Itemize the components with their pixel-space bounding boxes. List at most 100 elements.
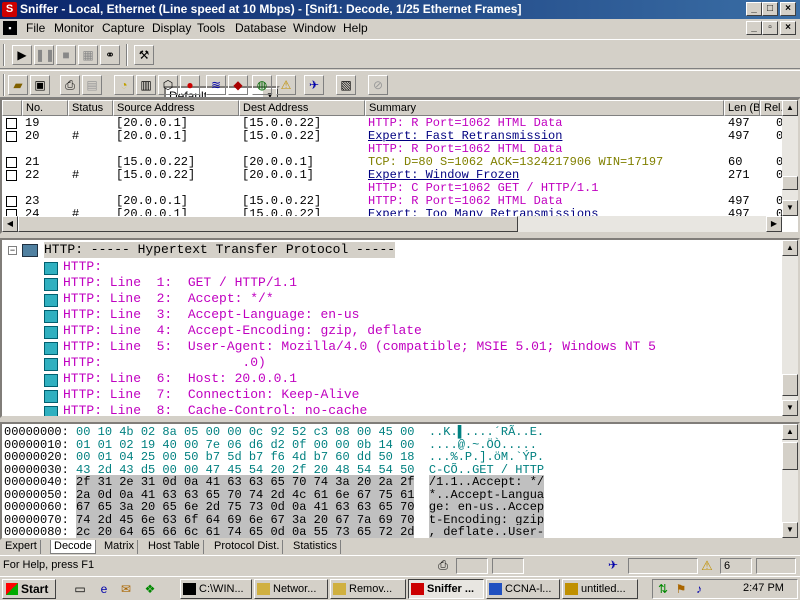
col-header-check[interactable] bbox=[2, 100, 22, 116]
matrix-icon[interactable]: ⬡ bbox=[158, 75, 178, 95]
packet-generator-icon[interactable]: ✈ bbox=[304, 75, 324, 95]
menu-display[interactable]: Display bbox=[152, 21, 191, 35]
clock[interactable]: 2:47 PM bbox=[743, 582, 784, 594]
pause-capture-icon[interactable]: ❚❚ bbox=[34, 45, 55, 65]
scrollbar-thumb[interactable] bbox=[782, 442, 798, 470]
show-desktop-icon[interactable]: ▭ bbox=[72, 581, 88, 597]
decode-line[interactable]: HTTP: Line 5: User-Agent: Mozilla/4.0 (c… bbox=[63, 339, 656, 355]
menu-window[interactable]: Window bbox=[293, 21, 336, 35]
print-icon[interactable]: ⎙ bbox=[60, 75, 80, 95]
menu-capture[interactable]: Capture bbox=[102, 21, 145, 35]
menu-file[interactable]: File bbox=[26, 21, 45, 35]
outlook-icon[interactable]: ✉ bbox=[118, 581, 134, 597]
sniffer-app-icon[interactable]: S bbox=[2, 2, 17, 17]
summary-vertical-scrollbar[interactable]: ▲ ▼ bbox=[782, 100, 798, 216]
task-button-remove[interactable]: Remov... bbox=[330, 579, 406, 599]
col-header-source[interactable]: Source Address bbox=[113, 100, 239, 116]
close-icon[interactable]: × bbox=[780, 2, 796, 16]
row-checkbox[interactable] bbox=[6, 157, 17, 168]
dashboard-icon[interactable]: ◔ bbox=[114, 75, 134, 95]
binoculars-icon[interactable]: ⚭ bbox=[100, 45, 120, 65]
scroll-down-icon[interactable]: ▼ bbox=[782, 200, 798, 216]
decode-line[interactable]: HTTP: Line 1: GET / HTTP/1.1 bbox=[63, 275, 297, 291]
row-checkbox[interactable] bbox=[6, 118, 17, 129]
tab-decode[interactable]: Decode bbox=[50, 540, 96, 554]
scroll-down-icon[interactable]: ▼ bbox=[782, 400, 798, 416]
decode-line[interactable]: HTTP: Line 2: Accept: */* bbox=[63, 291, 274, 307]
decode-line[interactable]: HTTP: bbox=[63, 259, 102, 275]
expert-summary-link[interactable]: Expert: Window Frozen bbox=[368, 169, 724, 182]
summary-horizontal-scrollbar[interactable]: ◀ ▶ bbox=[2, 216, 782, 232]
task-button-cmd[interactable]: C:\WIN... bbox=[180, 579, 252, 599]
menu-database[interactable]: Database bbox=[235, 21, 286, 35]
quick-launch-app-icon[interactable]: ❖ bbox=[142, 581, 158, 597]
task-button-ccna[interactable]: CCNA-l... bbox=[486, 579, 560, 599]
tab-host-table[interactable]: Host Table bbox=[145, 540, 204, 554]
start-capture-icon[interactable]: ▶ bbox=[12, 45, 32, 65]
tray-app-icon[interactable]: ⚑ bbox=[673, 581, 689, 597]
decode-line[interactable]: HTTP: Line 4: Accept-Encoding: gzip, def… bbox=[63, 323, 422, 339]
col-header-summary[interactable]: Summary bbox=[365, 100, 724, 116]
hex-row[interactable]: 00000080: 2c 20 64 65 66 6c 61 74 65 0d … bbox=[4, 525, 545, 538]
hex-row[interactable]: 00000040: 2f 31 2e 31 0d 0a 41 63 63 65 … bbox=[4, 475, 545, 489]
task-button-sniffer[interactable]: Sniffer ... bbox=[408, 579, 484, 599]
decode-line[interactable]: HTTP: .0) bbox=[63, 355, 266, 371]
expert-summary-link[interactable]: Expert: Fast Retransmission bbox=[368, 130, 724, 143]
row-checkbox[interactable] bbox=[6, 170, 17, 181]
decode-line[interactable]: HTTP: Line 8: Cache-Control: no-cache bbox=[63, 403, 367, 416]
open-folder-icon[interactable]: ▰ bbox=[8, 75, 28, 95]
start-button[interactable]: Start bbox=[2, 579, 56, 599]
alarm-log-icon[interactable]: ⚠ bbox=[276, 75, 296, 95]
decode-line[interactable]: HTTP: Line 7: Connection: Keep-Alive bbox=[63, 387, 359, 403]
global-statistics-icon[interactable]: ◍ bbox=[252, 75, 272, 95]
hex-row[interactable]: 00000060: 67 65 3a 20 65 6e 2d 75 73 0d … bbox=[4, 500, 545, 514]
doc-minimize-icon[interactable]: _ bbox=[746, 21, 762, 35]
scroll-up-icon[interactable]: ▲ bbox=[782, 424, 798, 440]
col-header-status[interactable]: Status bbox=[68, 100, 113, 116]
doc-restore-icon[interactable]: ▫ bbox=[762, 21, 778, 35]
save-icon[interactable]: ▣ bbox=[30, 75, 50, 95]
menu-tools[interactable]: Tools bbox=[197, 21, 225, 35]
decode-header[interactable]: HTTP: ----- Hypertext Transfer Protocol … bbox=[44, 242, 396, 258]
row-checkbox[interactable] bbox=[6, 196, 17, 207]
col-header-no[interactable]: No. bbox=[22, 100, 68, 116]
tab-matrix[interactable]: Matrix bbox=[101, 540, 138, 554]
col-header-len[interactable]: Len (B bbox=[724, 100, 760, 116]
menu-monitor[interactable]: Monitor bbox=[54, 21, 94, 35]
maximize-icon[interactable]: □ bbox=[762, 2, 778, 16]
menu-help[interactable]: Help bbox=[343, 21, 368, 35]
scroll-left-icon[interactable]: ◀ bbox=[2, 216, 18, 232]
hex-vertical-scrollbar[interactable]: ▲ ▼ bbox=[782, 424, 798, 538]
print-preview-icon[interactable]: ▤ bbox=[82, 75, 102, 95]
task-button-network[interactable]: Networ... bbox=[254, 579, 328, 599]
decode-line[interactable]: HTTP: Line 3: Accept-Language: en-us bbox=[63, 307, 359, 323]
tray-volume-icon[interactable]: ♪ bbox=[691, 581, 707, 597]
document-system-menu-icon[interactable]: ▪ bbox=[3, 21, 17, 35]
tab-statistics[interactable]: Statistics bbox=[290, 540, 342, 554]
stop-and-display-icon[interactable]: ▦ bbox=[78, 45, 98, 65]
address-book-icon[interactable]: ▧ bbox=[336, 75, 356, 95]
row-checkbox[interactable] bbox=[6, 131, 17, 142]
history-samples-icon[interactable]: ≋ bbox=[206, 75, 226, 95]
protocol-distribution-icon[interactable]: ◆ bbox=[228, 75, 248, 95]
col-header-rel[interactable]: Rel. bbox=[760, 100, 784, 116]
internet-explorer-icon[interactable]: e bbox=[96, 581, 112, 597]
decode-line[interactable]: HTTP: Line 6: Host: 20.0.0.1 bbox=[63, 371, 297, 387]
disabled-tool-icon[interactable]: ⊘ bbox=[368, 75, 388, 95]
collapse-icon[interactable]: − bbox=[8, 246, 17, 255]
scrollbar-thumb[interactable] bbox=[782, 176, 798, 190]
decode-vertical-scrollbar[interactable]: ▲ ▼ bbox=[782, 240, 798, 416]
host-table-icon[interactable]: ▥ bbox=[136, 75, 156, 95]
scroll-up-icon[interactable]: ▲ bbox=[782, 100, 798, 116]
task-button-untitled[interactable]: untitled... bbox=[562, 579, 638, 599]
tab-protocol-dist[interactable]: Protocol Dist. bbox=[211, 540, 284, 554]
scroll-right-icon[interactable]: ▶ bbox=[766, 216, 782, 232]
tab-expert[interactable]: Expert bbox=[2, 540, 41, 554]
define-filter-icon[interactable]: ⚒ bbox=[134, 45, 154, 65]
minimize-icon[interactable]: _ bbox=[746, 2, 762, 16]
stop-capture-icon[interactable]: ■ bbox=[56, 45, 76, 65]
scroll-up-icon[interactable]: ▲ bbox=[782, 240, 798, 256]
application-response-icon[interactable]: ● bbox=[180, 75, 200, 95]
scrollbar-thumb[interactable] bbox=[782, 374, 798, 396]
doc-close-icon[interactable]: × bbox=[780, 21, 796, 35]
